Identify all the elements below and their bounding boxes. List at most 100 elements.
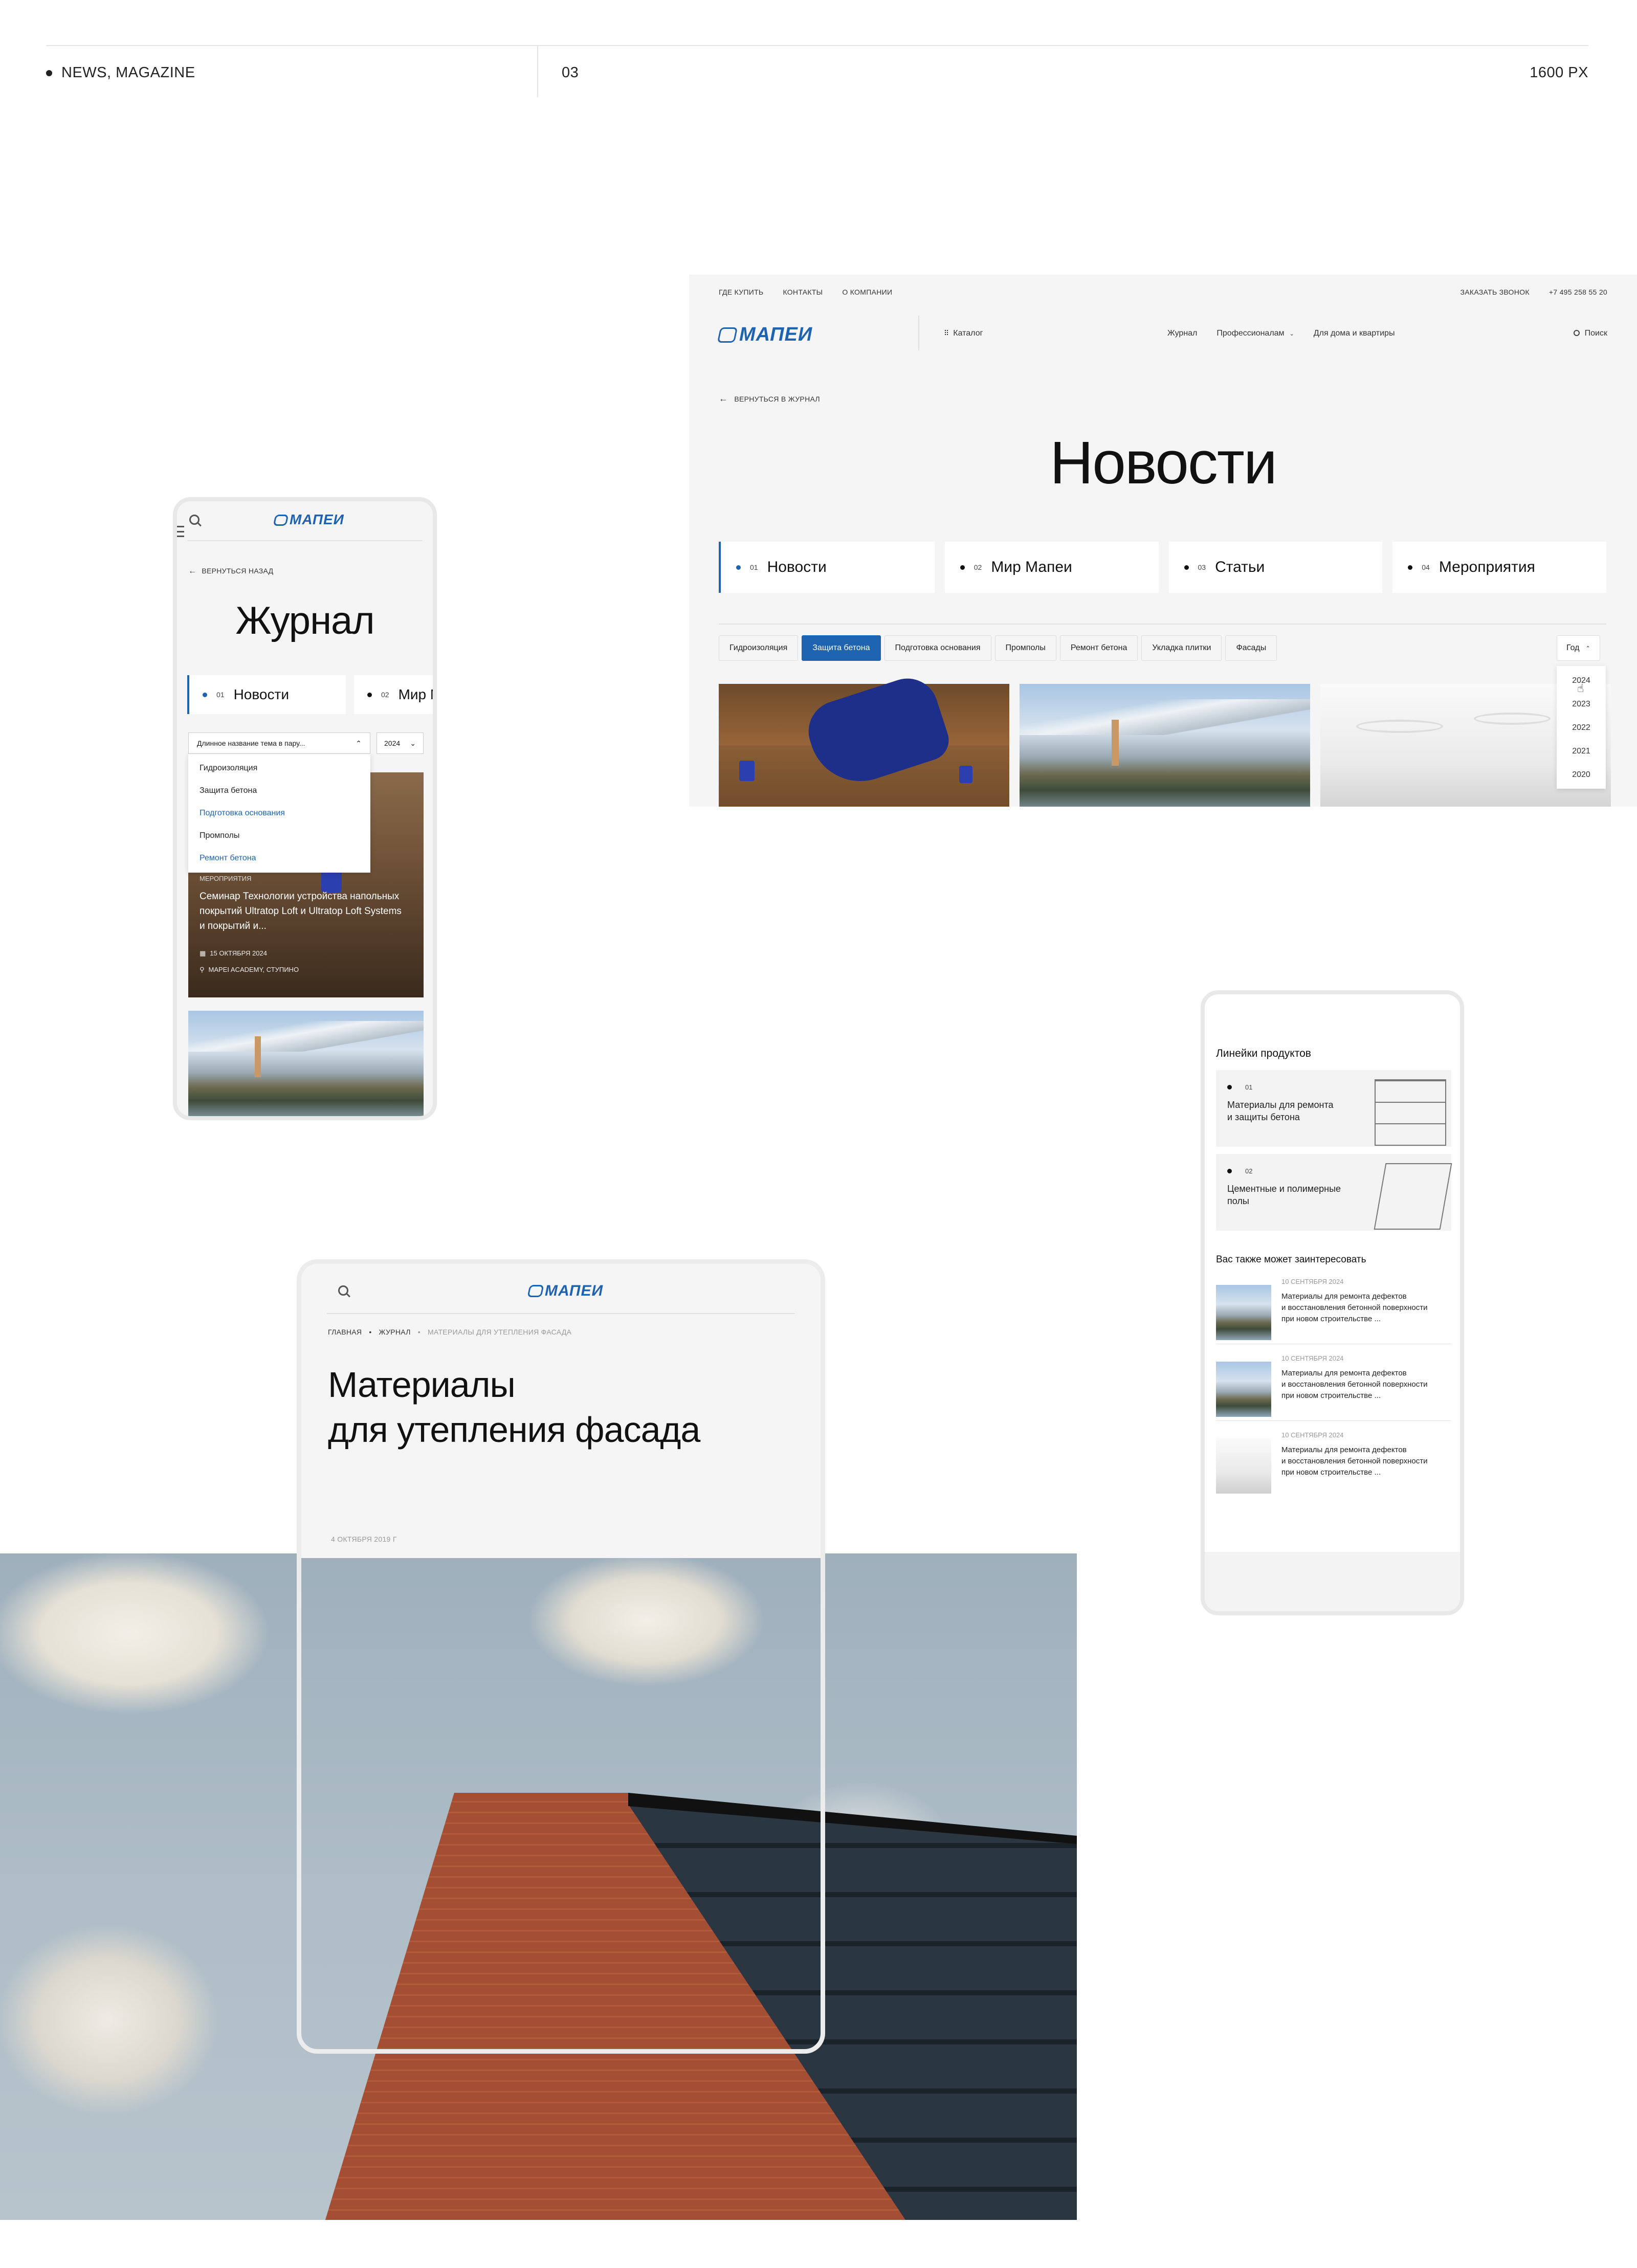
- article-header-area: МАПЕИ ГЛАВНАЯ • ЖУРНАЛ • МАТЕРИАЛЫ ДЛЯ У…: [301, 1264, 821, 1558]
- topic-option[interactable]: Промполы: [188, 825, 370, 847]
- utility-link-contacts[interactable]: КОНТАКТЫ: [783, 288, 823, 296]
- product-line-card[interactable]: 02 Цементные и полимерные полы: [1216, 1154, 1452, 1231]
- nav-professionals-label: Профессионалам: [1216, 329, 1285, 338]
- chevron-down-icon: ⌄: [410, 739, 416, 747]
- tab-number: 02: [974, 563, 982, 571]
- nav-professionals[interactable]: Профессионалам ⌄: [1216, 329, 1294, 338]
- event-place: ⚲ MAPEI ACADEMY, СТУПИНО: [200, 966, 299, 974]
- tab-dot: [736, 565, 741, 570]
- bullet-icon: [1227, 1085, 1232, 1089]
- header-divider: [46, 45, 1588, 46]
- catalog-label: Каталог: [953, 329, 983, 338]
- topic-option[interactable]: Гидроизоляция: [188, 757, 370, 780]
- topic-option[interactable]: Защита бетона: [188, 780, 370, 802]
- utility-link-where-to-buy[interactable]: ГДЕ КУПИТЬ: [719, 288, 763, 296]
- news-card-image[interactable]: [1020, 684, 1310, 807]
- tab-news[interactable]: 01 Новости: [187, 675, 346, 714]
- product-line-card[interactable]: 01 Материалы для ремонта и защиты бетона: [1216, 1070, 1451, 1147]
- tab-number: 03: [1198, 563, 1206, 571]
- phone-number[interactable]: +7 495 258 55 20: [1549, 288, 1607, 296]
- tab-number: 04: [1422, 563, 1430, 571]
- chip-industrial-floors[interactable]: Промполы: [994, 635, 1056, 661]
- tab-label: Мероприятия: [1439, 559, 1535, 575]
- year-option[interactable]: 2023: [1557, 696, 1606, 719]
- section-title: Линейки продуктов: [1216, 1048, 1311, 1059]
- related-article[interactable]: 10 СЕНТЯБРЯ 2024 Материалы для ремонта д…: [1216, 1431, 1451, 1498]
- news-card-image[interactable]: [719, 670, 1009, 807]
- logo-text: МАПЕИ: [290, 512, 344, 527]
- related-article[interactable]: 10 СЕНТЯБРЯ 2024 Материалы для ремонта д…: [1216, 1278, 1451, 1344]
- related-article-line: и восстановления бетонной поверхности: [1281, 1457, 1428, 1465]
- year-option[interactable]: 2021: [1557, 743, 1606, 766]
- related-article-thumbnail: [1216, 1438, 1271, 1494]
- product-line-number: 02: [1245, 1167, 1253, 1175]
- related-article-line: Материалы для ремонта дефектов: [1281, 1446, 1407, 1454]
- topic-select[interactable]: Длинное название тема в пару... ⌃: [188, 732, 370, 754]
- chip-facades[interactable]: Фасады: [1225, 635, 1277, 661]
- year-select[interactable]: Год ⌃: [1557, 635, 1600, 661]
- menu-icon[interactable]: [177, 526, 184, 537]
- news-card-image[interactable]: [188, 1011, 424, 1116]
- header-category: NEWS, MAGAZINE: [46, 64, 195, 81]
- breadcrumb-journal[interactable]: ЖУРНАЛ: [379, 1328, 411, 1336]
- catalog-button[interactable]: ⠿ Каталог: [944, 329, 983, 338]
- product-line-text: Материалы для ремонта: [1227, 1100, 1334, 1110]
- nav-journal[interactable]: Журнал: [1167, 329, 1197, 338]
- grid-icon: ⠿: [944, 329, 949, 337]
- chip-base-prep[interactable]: Подготовка основания: [884, 635, 991, 661]
- tab-events[interactable]: 04 Мероприятия: [1392, 542, 1606, 593]
- filter-divider: [719, 624, 1606, 625]
- mountain-shape: [1020, 699, 1310, 735]
- chip-waterproofing[interactable]: Гидроизоляция: [719, 635, 799, 661]
- utility-link-about[interactable]: О КОМПАНИИ: [842, 288, 892, 296]
- chip-concrete-repair[interactable]: Ремонт бетона: [1059, 635, 1138, 661]
- tab-news[interactable]: 01 Новости: [719, 542, 935, 593]
- year-option[interactable]: 2020: [1557, 766, 1606, 790]
- search-icon[interactable]: [338, 1285, 348, 1296]
- brand-logo[interactable]: МАПЕИ: [527, 1282, 603, 1300]
- breadcrumb-current: МАТЕРИАЛЫ ДЛЯ УТЕПЛЕНИЯ ФАСАДА: [427, 1328, 572, 1336]
- year-select[interactable]: 2024 ⌄: [377, 732, 424, 754]
- tab-articles[interactable]: 03 Статьи: [1168, 542, 1383, 593]
- year-option[interactable]: 2022: [1557, 719, 1606, 743]
- order-call-link[interactable]: ЗАКАЗАТЬ ЗВОНОК: [1460, 288, 1529, 296]
- breadcrumb-separator-icon: •: [369, 1328, 372, 1336]
- ring-lamp-shape: [1356, 720, 1443, 733]
- tab-mapei-world[interactable]: 02 Мир Мапеи: [354, 675, 433, 714]
- logo-mark-icon: [717, 327, 738, 343]
- logo-text: МАПЕИ: [739, 324, 813, 345]
- related-article-title: Материалы для ремонта дефектов и восстано…: [1281, 1291, 1427, 1325]
- search-icon[interactable]: [189, 515, 200, 525]
- chip-tile-laying[interactable]: Укладка плитки: [1141, 635, 1222, 661]
- utility-right: ЗАКАЗАТЬ ЗВОНОК +7 495 258 55 20: [1460, 288, 1607, 296]
- nav-divider: [918, 316, 919, 350]
- mobile-journal-screen: МАПЕИ ← ВЕРНУТЬСЯ НАЗАД Журнал 01 Новости …: [173, 497, 437, 1120]
- related-article-thumbnail: [1216, 1285, 1271, 1340]
- nav-home[interactable]: Для дома и квартиры: [1314, 329, 1395, 338]
- article-title: Материалы для утепления фасада: [328, 1362, 700, 1452]
- tab-dot: [960, 565, 965, 570]
- tab-label: Мир Мапеи: [398, 686, 433, 702]
- related-article[interactable]: 10 СЕНТЯБРЯ 2024 Материалы для ремонта д…: [1216, 1354, 1451, 1421]
- brand-logo[interactable]: МАПЕИ: [717, 324, 813, 346]
- tab-mapei-world[interactable]: 02 Мир Мапеи: [944, 542, 1159, 593]
- breadcrumb-home[interactable]: ГЛАВНАЯ: [328, 1328, 362, 1336]
- topic-option[interactable]: Ремонт бетона: [188, 847, 370, 870]
- blue-cup-shape: [959, 766, 972, 783]
- church-tower-shape: [255, 1036, 261, 1077]
- tab-label: Новости: [233, 686, 289, 702]
- back-link[interactable]: ← ВЕРНУТЬСЯ НАЗАД: [188, 567, 273, 576]
- search-button[interactable]: Поиск: [1573, 329, 1607, 338]
- mobile-article-screen: МАПЕИ ГЛАВНАЯ • ЖУРНАЛ • МАТЕРИАЛЫ ДЛЯ У…: [297, 1259, 825, 2054]
- chip-concrete-protection[interactable]: Защита бетона: [802, 635, 881, 661]
- topic-option[interactable]: Подготовка основания: [188, 802, 370, 825]
- brand-logo[interactable]: МАПЕИ: [273, 512, 344, 528]
- header-category-text: NEWS, MAGAZINE: [61, 64, 195, 81]
- page-title: Журнал: [235, 599, 374, 642]
- tab-label: Мир Мапеи: [991, 559, 1072, 575]
- event-place-text: MAPEI ACADEMY, СТУПИНО: [208, 966, 299, 973]
- related-article-line: при новом строительстве ...: [1281, 1468, 1381, 1477]
- back-to-journal-link[interactable]: ← ВЕРНУТЬСЯ В ЖУРНАЛ: [719, 393, 820, 404]
- desktop-news-screen: ГДЕ КУПИТЬ КОНТАКТЫ О КОМПАНИИ ЗАКАЗАТЬ …: [689, 275, 1637, 807]
- event-tag: МЕРОПРИЯТИЯ: [200, 875, 252, 882]
